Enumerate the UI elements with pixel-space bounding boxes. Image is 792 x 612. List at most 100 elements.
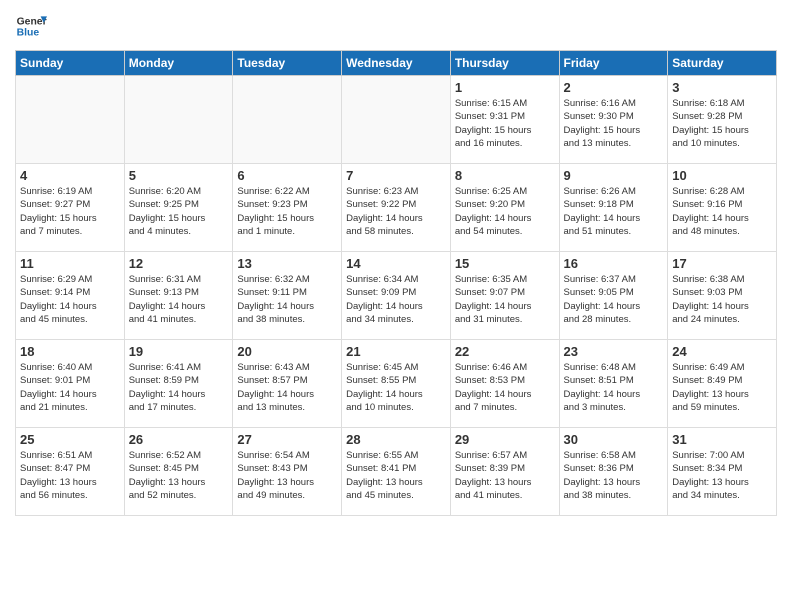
calendar-cell-4-4: 21 Sunrise: 6:45 AM Sunset: 8:55 PM Dayli… (342, 340, 451, 428)
day-number: 4 (20, 168, 120, 183)
day-number: 3 (672, 80, 772, 95)
day-number: 24 (672, 344, 772, 359)
day-info: Sunrise: 6:34 AM Sunset: 9:09 PM Dayligh… (346, 273, 446, 326)
calendar-week-4: 18 Sunrise: 6:40 AM Sunset: 9:01 PM Dayli… (16, 340, 777, 428)
day-info: Sunrise: 6:16 AM Sunset: 9:30 PM Dayligh… (564, 97, 664, 150)
day-info: Sunrise: 6:54 AM Sunset: 8:43 PM Dayligh… (237, 449, 337, 502)
calendar-cell-5-7: 31 Sunrise: 7:00 AM Sunset: 8:34 PM Dayli… (668, 428, 777, 516)
calendar-week-1: 1 Sunrise: 6:15 AM Sunset: 9:31 PM Daylig… (16, 76, 777, 164)
day-info: Sunrise: 6:48 AM Sunset: 8:51 PM Dayligh… (564, 361, 664, 414)
logo: General Blue (15, 10, 47, 42)
day-info: Sunrise: 6:32 AM Sunset: 9:11 PM Dayligh… (237, 273, 337, 326)
day-info: Sunrise: 6:29 AM Sunset: 9:14 PM Dayligh… (20, 273, 120, 326)
day-number: 6 (237, 168, 337, 183)
calendar-cell-1-3 (233, 76, 342, 164)
page-header: General Blue (15, 10, 777, 42)
day-info: Sunrise: 6:19 AM Sunset: 9:27 PM Dayligh… (20, 185, 120, 238)
calendar-cell-3-4: 14 Sunrise: 6:34 AM Sunset: 9:09 PM Dayli… (342, 252, 451, 340)
day-info: Sunrise: 6:23 AM Sunset: 9:22 PM Dayligh… (346, 185, 446, 238)
day-number: 9 (564, 168, 664, 183)
calendar-header-thursday: Thursday (450, 51, 559, 76)
day-number: 30 (564, 432, 664, 447)
calendar-cell-1-4 (342, 76, 451, 164)
calendar-cell-3-7: 17Sunrise: 6:38 AM Sunset: 9:03 PM Dayli… (668, 252, 777, 340)
day-info: Sunrise: 6:18 AM Sunset: 9:28 PM Dayligh… (672, 97, 772, 150)
day-info: Sunrise: 6:37 AM Sunset: 9:05 PM Dayligh… (564, 273, 664, 326)
svg-text:Blue: Blue (17, 28, 40, 39)
day-info: Sunrise: 6:51 AM Sunset: 8:47 PM Dayligh… (20, 449, 120, 502)
day-number: 8 (455, 168, 555, 183)
day-number: 20 (237, 344, 337, 359)
calendar-cell-1-2 (124, 76, 233, 164)
calendar-header-tuesday: Tuesday (233, 51, 342, 76)
day-info: Sunrise: 6:46 AM Sunset: 8:53 PM Dayligh… (455, 361, 555, 414)
day-number: 1 (455, 80, 555, 95)
day-info: Sunrise: 6:20 AM Sunset: 9:25 PM Dayligh… (129, 185, 229, 238)
day-info: Sunrise: 6:31 AM Sunset: 9:13 PM Dayligh… (129, 273, 229, 326)
day-info: Sunrise: 6:58 AM Sunset: 8:36 PM Dayligh… (564, 449, 664, 502)
day-info: Sunrise: 6:38 AM Sunset: 9:03 PM Dayligh… (672, 273, 772, 326)
calendar-header-monday: Monday (124, 51, 233, 76)
day-number: 5 (129, 168, 229, 183)
calendar-week-3: 11 Sunrise: 6:29 AM Sunset: 9:14 PM Dayli… (16, 252, 777, 340)
calendar-cell-1-5: 1 Sunrise: 6:15 AM Sunset: 9:31 PM Daylig… (450, 76, 559, 164)
calendar-cell-1-1 (16, 76, 125, 164)
day-number: 26 (129, 432, 229, 447)
calendar-cell-2-7: 10Sunrise: 6:28 AM Sunset: 9:16 PM Dayli… (668, 164, 777, 252)
day-number: 25 (20, 432, 120, 447)
day-number: 27 (237, 432, 337, 447)
day-number: 14 (346, 256, 446, 271)
day-number: 21 (346, 344, 446, 359)
calendar-cell-4-2: 19 Sunrise: 6:41 AM Sunset: 8:59 PM Dayli… (124, 340, 233, 428)
calendar-header-row: SundayMondayTuesdayWednesdayThursdayFrid… (16, 51, 777, 76)
day-number: 2 (564, 80, 664, 95)
calendar-cell-2-2: 5 Sunrise: 6:20 AM Sunset: 9:25 PM Daylig… (124, 164, 233, 252)
calendar-cell-5-2: 26Sunrise: 6:52 AM Sunset: 8:45 PM Dayli… (124, 428, 233, 516)
calendar-header-saturday: Saturday (668, 51, 777, 76)
day-info: Sunrise: 6:45 AM Sunset: 8:55 PM Dayligh… (346, 361, 446, 414)
day-info: Sunrise: 6:40 AM Sunset: 9:01 PM Dayligh… (20, 361, 120, 414)
calendar-header-sunday: Sunday (16, 51, 125, 76)
day-info: Sunrise: 6:22 AM Sunset: 9:23 PM Dayligh… (237, 185, 337, 238)
day-info: Sunrise: 6:57 AM Sunset: 8:39 PM Dayligh… (455, 449, 555, 502)
day-number: 19 (129, 344, 229, 359)
calendar-cell-5-4: 28 Sunrise: 6:55 AM Sunset: 8:41 PM Dayli… (342, 428, 451, 516)
calendar-cell-3-5: 15 Sunrise: 6:35 AM Sunset: 9:07 PM Dayli… (450, 252, 559, 340)
calendar-cell-3-2: 12Sunrise: 6:31 AM Sunset: 9:13 PM Dayli… (124, 252, 233, 340)
calendar-cell-4-5: 22 Sunrise: 6:46 AM Sunset: 8:53 PM Dayli… (450, 340, 559, 428)
calendar-cell-3-1: 11 Sunrise: 6:29 AM Sunset: 9:14 PM Dayli… (16, 252, 125, 340)
calendar-cell-3-3: 13 Sunrise: 6:32 AM Sunset: 9:11 PM Dayli… (233, 252, 342, 340)
calendar-cell-4-6: 23 Sunrise: 6:48 AM Sunset: 8:51 PM Dayli… (559, 340, 668, 428)
day-info: Sunrise: 6:35 AM Sunset: 9:07 PM Dayligh… (455, 273, 555, 326)
calendar-cell-1-6: 2 Sunrise: 6:16 AM Sunset: 9:30 PM Daylig… (559, 76, 668, 164)
day-number: 11 (20, 256, 120, 271)
calendar-cell-2-4: 7Sunrise: 6:23 AM Sunset: 9:22 PM Daylig… (342, 164, 451, 252)
calendar-cell-2-5: 8 Sunrise: 6:25 AM Sunset: 9:20 PM Daylig… (450, 164, 559, 252)
calendar-cell-2-1: 4 Sunrise: 6:19 AM Sunset: 9:27 PM Daylig… (16, 164, 125, 252)
calendar-cell-1-7: 3 Sunrise: 6:18 AM Sunset: 9:28 PM Daylig… (668, 76, 777, 164)
calendar-cell-5-5: 29Sunrise: 6:57 AM Sunset: 8:39 PM Dayli… (450, 428, 559, 516)
calendar-cell-4-7: 24Sunrise: 6:49 AM Sunset: 8:49 PM Dayli… (668, 340, 777, 428)
day-number: 15 (455, 256, 555, 271)
logo-icon: General Blue (15, 10, 47, 42)
calendar-cell-2-6: 9 Sunrise: 6:26 AM Sunset: 9:18 PM Daylig… (559, 164, 668, 252)
day-info: Sunrise: 6:43 AM Sunset: 8:57 PM Dayligh… (237, 361, 337, 414)
day-info: Sunrise: 6:25 AM Sunset: 9:20 PM Dayligh… (455, 185, 555, 238)
day-number: 16 (564, 256, 664, 271)
day-number: 13 (237, 256, 337, 271)
calendar-cell-4-1: 18 Sunrise: 6:40 AM Sunset: 9:01 PM Dayli… (16, 340, 125, 428)
calendar-cell-5-3: 27 Sunrise: 6:54 AM Sunset: 8:43 PM Dayli… (233, 428, 342, 516)
day-number: 22 (455, 344, 555, 359)
day-number: 23 (564, 344, 664, 359)
day-info: Sunrise: 7:00 AM Sunset: 8:34 PM Dayligh… (672, 449, 772, 502)
day-number: 18 (20, 344, 120, 359)
day-info: Sunrise: 6:26 AM Sunset: 9:18 PM Dayligh… (564, 185, 664, 238)
day-info: Sunrise: 6:55 AM Sunset: 8:41 PM Dayligh… (346, 449, 446, 502)
calendar-header-friday: Friday (559, 51, 668, 76)
day-number: 28 (346, 432, 446, 447)
day-info: Sunrise: 6:28 AM Sunset: 9:16 PM Dayligh… (672, 185, 772, 238)
calendar-cell-4-3: 20 Sunrise: 6:43 AM Sunset: 8:57 PM Dayli… (233, 340, 342, 428)
day-number: 31 (672, 432, 772, 447)
day-info: Sunrise: 6:41 AM Sunset: 8:59 PM Dayligh… (129, 361, 229, 414)
day-info: Sunrise: 6:15 AM Sunset: 9:31 PM Dayligh… (455, 97, 555, 150)
